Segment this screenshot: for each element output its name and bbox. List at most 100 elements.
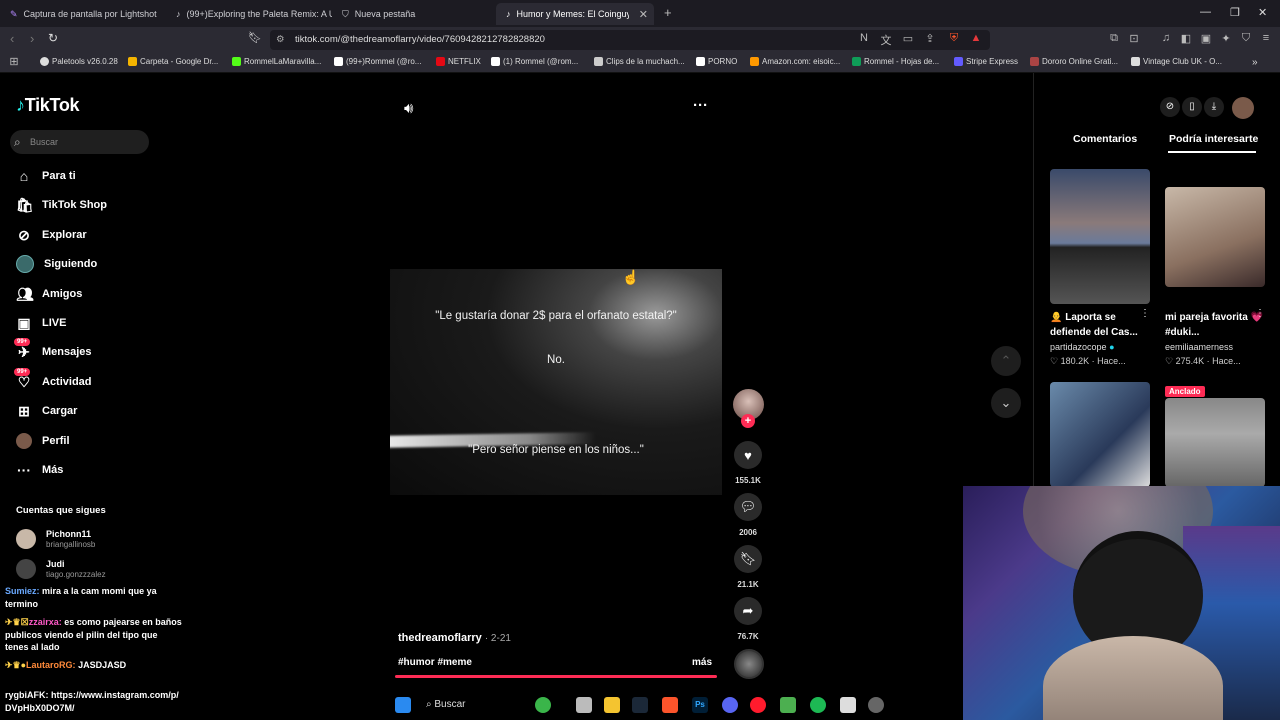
bookmark-item[interactable]: Paletools v26.0.28 [40,57,118,66]
tiktok-logo[interactable]: ♪TikTok [16,95,80,116]
share-icon[interactable]: ⇪ [924,32,936,46]
video-author[interactable]: thedreamoflarry · 2-21 [398,632,511,644]
bookmark-item[interactable]: Vintage Club UK - O... [1131,57,1222,66]
video-player[interactable]: "Le gustaría donar 2$ para el orfanato e… [390,269,722,495]
card-more-icon[interactable]: ⋮ [1255,308,1265,319]
bookmark-item[interactable]: RommelLaMaravilla... [232,57,321,66]
user-avatar[interactable] [1232,97,1254,119]
phone-icon[interactable]: ▯ [1182,97,1202,117]
new-tab-icon[interactable]: + [664,5,672,20]
valorant-icon[interactable] [840,697,856,713]
nav-tiktok-shop[interactable]: 🛍︎ TikTok Shop [16,194,107,216]
tab-active[interactable]: ♪ Humor y Memes: El Coinguy y el ✕ [496,3,654,25]
bookmark-item[interactable]: NETFLIX [436,57,481,66]
search-input[interactable]: ⌕ Buscar [10,130,149,154]
tab-comments[interactable]: Comentarios [1073,133,1137,145]
screenshot-icon[interactable]: ⊡ [1128,32,1140,46]
description-more-link[interactable]: más [692,657,712,668]
nav-amigos[interactable]: 👥︎ Amigos [16,283,82,305]
music-icon[interactable]: ♫ [1160,32,1172,46]
card-more-icon[interactable]: ⋮ [1140,308,1150,319]
translate-icon[interactable]: 文 [880,32,892,47]
back-icon[interactable]: ‹ [10,31,14,46]
discord-icon[interactable] [722,697,738,713]
bookmark-item[interactable]: Stripe Express [954,57,1018,66]
card-title[interactable]: mi pareja favorita 💗 #duki... [1165,310,1265,340]
taskbar-search[interactable]: ⌕ Buscar [426,699,466,710]
sidebar-icon[interactable]: ◧ [1180,32,1192,46]
file-explorer-icon[interactable] [604,697,620,713]
nav-mas[interactable]: ··· Más [16,459,63,481]
bookmark-item[interactable]: (99+)Rommel (@ro... [334,57,421,66]
wallet-icon[interactable]: ▣ [1200,32,1212,46]
like-button[interactable]: ♥ [734,441,762,469]
nav-mensajes[interactable]: ✈ 99+ Mensajes [14,337,92,363]
tab-lightshot[interactable]: ✎ Captura de pantalla por Lightshot [0,3,168,25]
site-info-icon[interactable]: ⚙ [276,30,285,50]
obs-icon[interactable] [868,697,884,713]
bookmark-icon[interactable]: 🔖︎ [248,31,262,44]
follow-plus-icon[interactable]: + [741,414,755,428]
bookmark-item[interactable]: PORNO [696,57,737,66]
bookmark-item[interactable]: (1) Rommel (@rom... [491,57,578,66]
apps-grid-icon[interactable]: ⊞ [8,55,20,69]
previous-video-icon[interactable]: ⌃ [991,346,1021,376]
reload-icon[interactable]: ↻ [48,31,58,45]
explore-icon[interactable]: ⊘ [1160,97,1180,117]
nav-explorar[interactable]: ⊘ Explorar [16,224,87,246]
save-button[interactable]: 🔖︎ [734,545,762,573]
no-script-icon[interactable]: N [858,32,870,46]
close-tab-icon[interactable]: ✕ [639,8,648,21]
tab-paleta[interactable]: ♪ (99+)Exploring the Paleta Remix: A U [166,3,332,25]
spotify-icon[interactable] [810,697,826,713]
chat-app-icon[interactable] [535,697,551,713]
bookmark-item[interactable]: Amazon.com: eisoic... [750,57,840,66]
windows-start-icon[interactable] [395,697,411,713]
app-icon[interactable] [780,697,796,713]
nav-cargar[interactable]: ⊞ Cargar [16,400,77,422]
close-window-icon[interactable]: ✕ [1258,6,1267,19]
forward-icon[interactable]: › [30,31,34,46]
cast-icon[interactable]: ▭ [902,32,914,46]
opera-icon[interactable] [750,697,766,713]
brave-shield-icon[interactable]: ⛨ [948,32,960,46]
card-title[interactable]: 🧑‍🦲 Laporta se defiende del Cas... [1050,310,1150,340]
nav-siguiendo[interactable]: Siguiendo [16,253,97,275]
music-disc-icon[interactable] [734,649,764,679]
steam-icon[interactable] [632,697,648,713]
restore-icon[interactable]: ❐ [1230,6,1240,19]
vpn-icon[interactable]: ⛉ [1240,32,1252,46]
nav-actividad[interactable]: ♡ 99+ Actividad [14,367,92,393]
card-user[interactable]: partidazocope ● [1050,342,1115,352]
extensions-icon[interactable]: ⧉ [1108,32,1120,46]
nav-perfil[interactable]: Perfil [16,430,70,452]
card-user[interactable]: eemiliaamerness [1165,342,1233,352]
video-tags[interactable]: #humor #meme [398,657,472,668]
brave-browser-icon[interactable] [662,697,678,713]
video-progress-bar[interactable] [395,675,717,678]
nav-para-ti[interactable]: ⌂ Para ti [16,165,76,187]
next-video-icon[interactable]: ⌄ [991,388,1021,418]
more-options-icon[interactable]: ··· [693,97,708,114]
leo-icon[interactable]: ✦ [1220,32,1232,46]
bookmark-item[interactable]: Rommel - Hojas de... [852,57,939,66]
menu-icon[interactable]: ≡ [1260,32,1272,46]
tab-recommended[interactable]: Podría interesarte [1169,133,1258,145]
nav-live[interactable]: ▣ LIVE [16,312,66,334]
video-thumbnail[interactable] [1165,398,1265,487]
minimize-icon[interactable]: — [1200,6,1211,18]
bookmark-item[interactable]: Carpeta - Google Dr... [128,57,218,66]
task-view-icon[interactable] [576,697,592,713]
share-button[interactable]: ➦ [734,597,762,625]
bookmark-item[interactable]: Clips de la muchach... [594,57,685,66]
volume-icon[interactable]: 🔊︎ [404,100,413,117]
video-thumbnail[interactable] [1050,169,1150,304]
bookmark-item[interactable]: Dororo Online Grati... [1030,57,1118,66]
comment-button[interactable]: 💬︎ [734,493,762,521]
video-thumbnail[interactable] [1050,382,1150,487]
brave-rewards-icon[interactable]: ▲ [970,32,982,46]
photoshop-icon[interactable]: Ps [692,697,708,713]
tab-new[interactable]: ⛉ Nueva pestaña [332,3,496,25]
download-icon[interactable]: ⤓ [1204,97,1224,117]
bookmarks-overflow-icon[interactable]: » [1252,57,1258,68]
